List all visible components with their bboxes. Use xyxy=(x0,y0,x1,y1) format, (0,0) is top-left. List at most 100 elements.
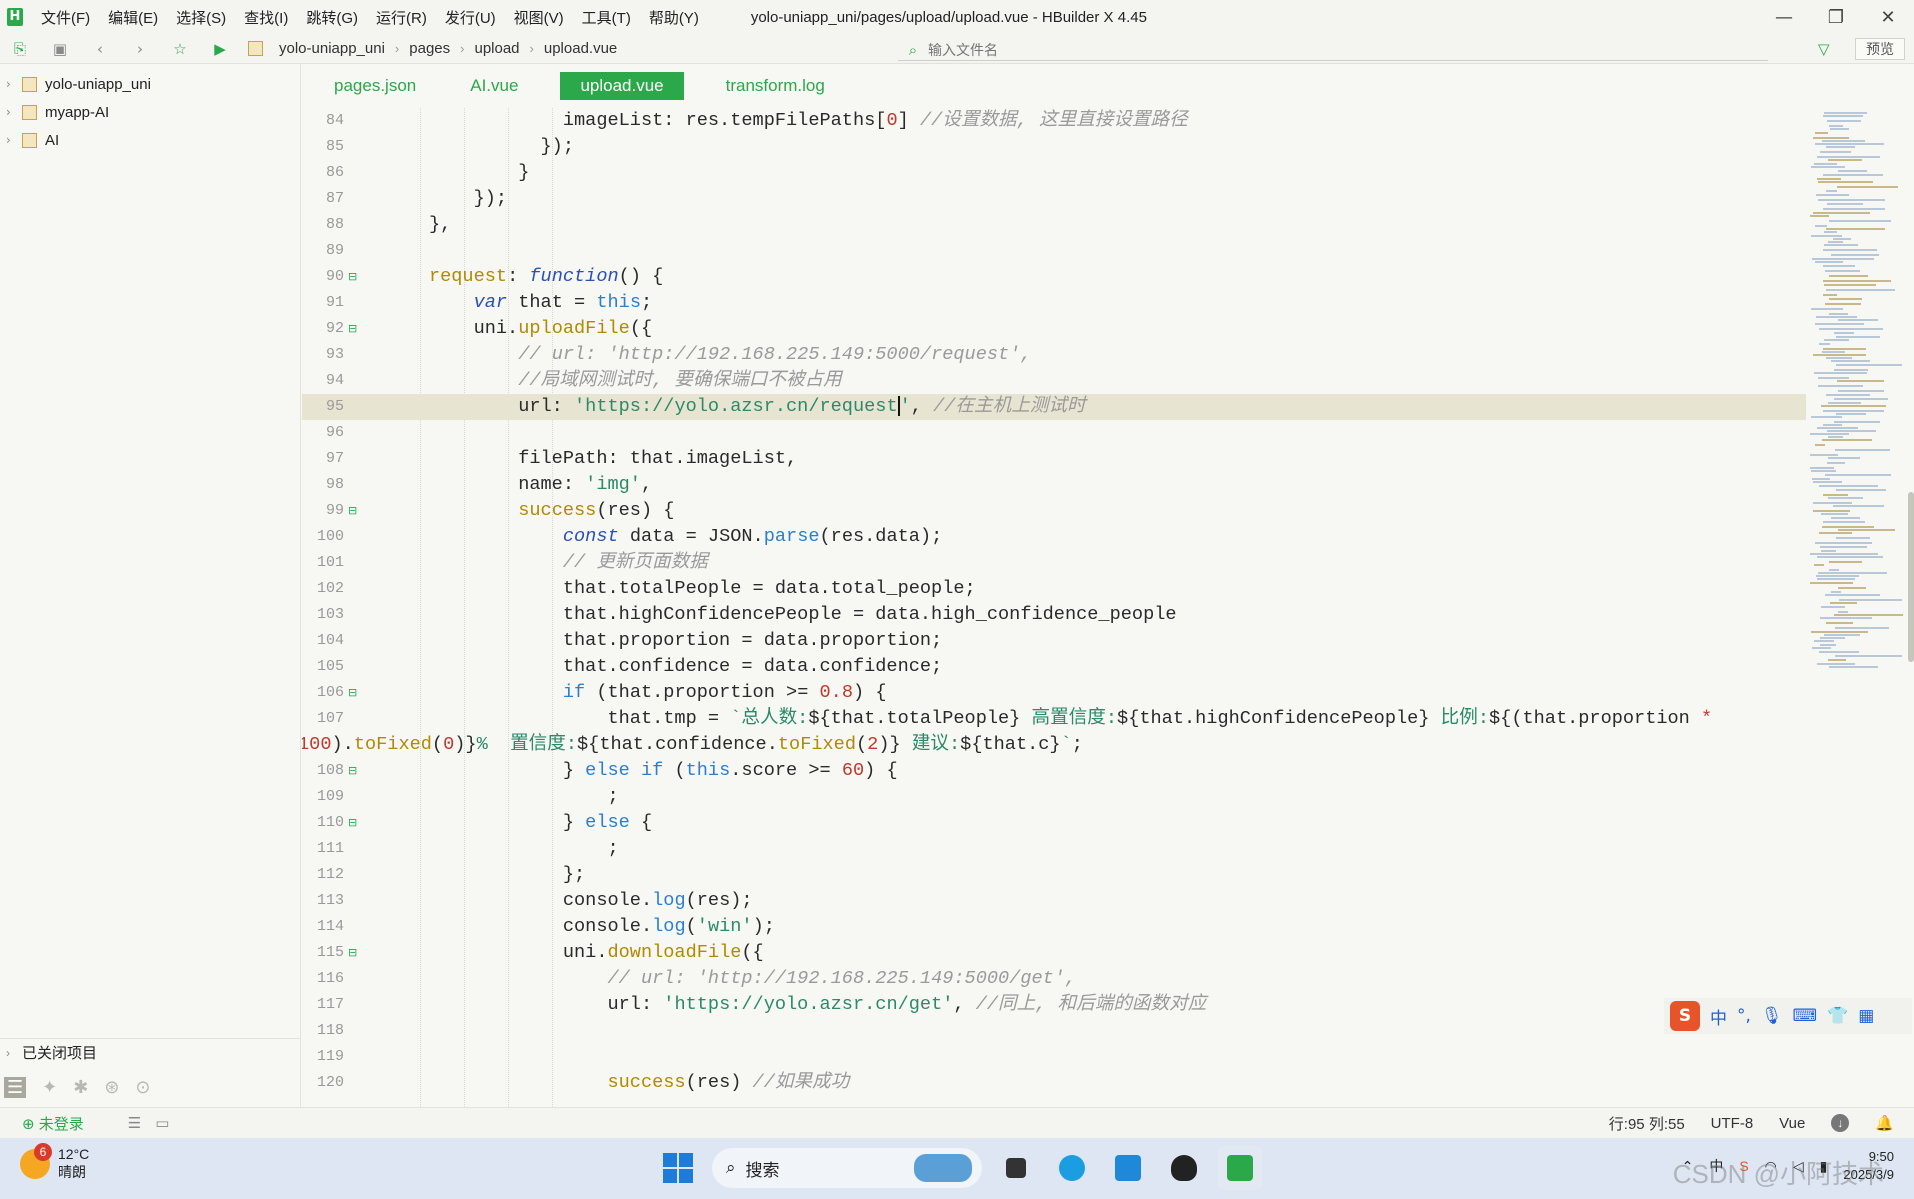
menu-goto[interactable]: 跳转(G) xyxy=(306,7,358,28)
qq-icon[interactable] xyxy=(1162,1146,1206,1190)
menu-edit[interactable]: 编辑(E) xyxy=(108,7,158,28)
notification-bell-icon[interactable]: 🔔 xyxy=(1875,1114,1894,1132)
outline-icon[interactable]: ⊙ xyxy=(135,1077,150,1098)
project-item-yolo-uniapp[interactable]: › yolo-uniapp_uni xyxy=(0,70,300,98)
chevron-up-icon[interactable]: ⌃ xyxy=(1682,1158,1694,1175)
wifi-icon[interactable]: ◠ xyxy=(1765,1158,1777,1175)
filter-icon[interactable]: ▽ xyxy=(1818,40,1830,58)
temperature: 12°C xyxy=(58,1146,90,1162)
microphone-icon[interactable]: 🎙 xyxy=(1761,1006,1783,1026)
scrollbar-thumb[interactable] xyxy=(1908,492,1914,662)
code-text: that.confidence = data.confidence; xyxy=(362,656,943,677)
windows-start-icon[interactable] xyxy=(656,1146,700,1190)
list-icon[interactable]: ☰ xyxy=(128,1114,141,1132)
vscode-icon[interactable] xyxy=(1106,1146,1150,1190)
sogou-tray-icon[interactable]: S xyxy=(1739,1158,1748,1174)
punctuation-icon[interactable]: °, xyxy=(1737,1006,1751,1026)
breadcrumb-item-upload[interactable]: upload xyxy=(474,40,519,57)
minimap-line xyxy=(1829,561,1862,563)
menu-view[interactable]: 视图(V) xyxy=(514,7,564,28)
code-line: 85 }); xyxy=(302,134,1806,160)
tab-pages-json[interactable]: pages.json xyxy=(322,72,428,100)
language-mode[interactable]: Vue xyxy=(1779,1115,1805,1132)
menu-find[interactable]: 查找(I) xyxy=(244,7,288,28)
project-item-ai[interactable]: › AI xyxy=(0,126,300,154)
cursor-position[interactable]: 行:95 列:55 xyxy=(1609,1113,1685,1134)
back-icon[interactable]: ‹ xyxy=(80,40,120,58)
project-manager-icon[interactable]: ☰ xyxy=(4,1076,27,1098)
minimap-line xyxy=(1816,316,1857,318)
line-number: 105 xyxy=(316,658,344,675)
tab-transform-log[interactable]: transform.log xyxy=(714,72,837,100)
code-line: 99 ⊟ success(res) { xyxy=(302,498,1806,524)
menu-file[interactable]: 文件(F) xyxy=(41,7,90,28)
clock[interactable]: 9:50 2025/3/9 xyxy=(1843,1148,1894,1184)
code-line: 109 ; xyxy=(302,784,1806,810)
download-icon[interactable]: ↓ xyxy=(1831,1114,1850,1132)
fold-icon[interactable]: ⊟ xyxy=(348,316,358,342)
fold-icon[interactable]: ⊟ xyxy=(348,264,358,290)
new-file-icon[interactable]: ⎘ xyxy=(0,40,40,58)
volume-icon[interactable]: ◁ xyxy=(1793,1158,1804,1175)
menu-select[interactable]: 选择(S) xyxy=(176,7,226,28)
tray-lang[interactable]: 中 xyxy=(1709,1156,1723,1176)
forward-icon[interactable]: › xyxy=(120,40,160,58)
keyboard-icon[interactable]: ⌨ xyxy=(1793,1006,1818,1026)
task-view-icon[interactable] xyxy=(994,1146,1038,1190)
login-status[interactable]: ⊕ 未登录 xyxy=(22,1113,84,1134)
minimap[interactable] xyxy=(1806,108,1914,1107)
battery-icon[interactable]: ▮ xyxy=(1820,1158,1828,1175)
line-number: 106 xyxy=(316,684,344,701)
menu-tools[interactable]: 工具(T) xyxy=(582,7,631,28)
toolbox-icon[interactable]: ▦ xyxy=(1858,1006,1874,1026)
code-line: 92 ⊟ uni.uploadFile({ xyxy=(302,316,1806,342)
minimap-line xyxy=(1836,336,1880,338)
terminal-icon[interactable]: ▭ xyxy=(155,1114,169,1132)
save-icon[interactable]: ▣ xyxy=(40,40,80,58)
encoding[interactable]: UTF-8 xyxy=(1711,1115,1754,1132)
taskbar-search[interactable]: ⌕ 搜索 xyxy=(712,1148,982,1188)
minimap-line xyxy=(1826,622,1853,624)
code-text: console.log('win'); xyxy=(362,916,775,937)
skin-icon[interactable]: 👕 xyxy=(1827,1006,1848,1026)
minimize-icon[interactable]: — xyxy=(1758,0,1810,34)
preview-button[interactable]: 预览 xyxy=(1855,38,1905,60)
minimap-line xyxy=(1835,655,1902,657)
chevron-right-icon: › xyxy=(529,41,534,56)
code-text: // url: 'http://192.168.225.149:5000/req… xyxy=(518,344,1032,365)
line-number: 119 xyxy=(316,1048,344,1065)
minimap-line xyxy=(1825,303,1861,305)
menu-help[interactable]: 帮助(Y) xyxy=(649,7,699,28)
ime-lang[interactable]: 中 xyxy=(1710,1004,1727,1029)
code-line: 118 xyxy=(302,1018,1806,1044)
minimap-line xyxy=(1811,416,1842,418)
fold-icon[interactable]: ⊟ xyxy=(348,940,358,966)
fold-icon[interactable]: ⊟ xyxy=(348,810,358,836)
tab-ai-vue[interactable]: AI.vue xyxy=(458,72,530,100)
menu-publish[interactable]: 发行(U) xyxy=(445,7,496,28)
debug-icon[interactable]: ✱ xyxy=(73,1077,88,1098)
edge-browser-icon[interactable] xyxy=(1050,1146,1094,1190)
tab-upload-vue[interactable]: upload.vue xyxy=(560,72,684,100)
close-icon[interactable]: ✕ xyxy=(1862,0,1914,34)
menu-run[interactable]: 运行(R) xyxy=(376,7,427,28)
fold-icon[interactable]: ⊟ xyxy=(348,758,358,784)
breadcrumb-item-file[interactable]: upload.vue xyxy=(544,40,617,57)
breadcrumb-item-project[interactable]: yolo-uniapp_uni xyxy=(279,40,385,57)
chevron-right-icon: › xyxy=(6,1045,10,1060)
maximize-icon[interactable]: ❐ xyxy=(1810,0,1862,34)
run-icon[interactable]: ▶ xyxy=(200,40,240,58)
file-search-input[interactable] xyxy=(928,41,1628,58)
favorite-icon[interactable]: ☆ xyxy=(160,40,200,58)
closed-projects-section[interactable]: › 已关闭项目 xyxy=(0,1038,301,1066)
code-editor[interactable]: 84 imageList: res.tempFilePaths[0] //设置数… xyxy=(302,108,1806,1107)
fold-icon[interactable]: ⊟ xyxy=(348,498,358,524)
sogou-ime-icon[interactable]: S xyxy=(1670,1001,1700,1031)
fold-icon[interactable]: ⊟ xyxy=(348,680,358,706)
plugin-icon[interactable]: ✦ xyxy=(42,1077,57,1098)
weather-widget[interactable]: 6 12°C 晴朗 xyxy=(20,1143,90,1182)
git-icon[interactable]: ⊛ xyxy=(104,1077,119,1098)
breadcrumb-item-pages[interactable]: pages xyxy=(409,40,450,57)
hbuilder-taskbar-icon[interactable] xyxy=(1218,1146,1262,1190)
project-item-myapp-ai[interactable]: › myapp-AI xyxy=(0,98,300,126)
